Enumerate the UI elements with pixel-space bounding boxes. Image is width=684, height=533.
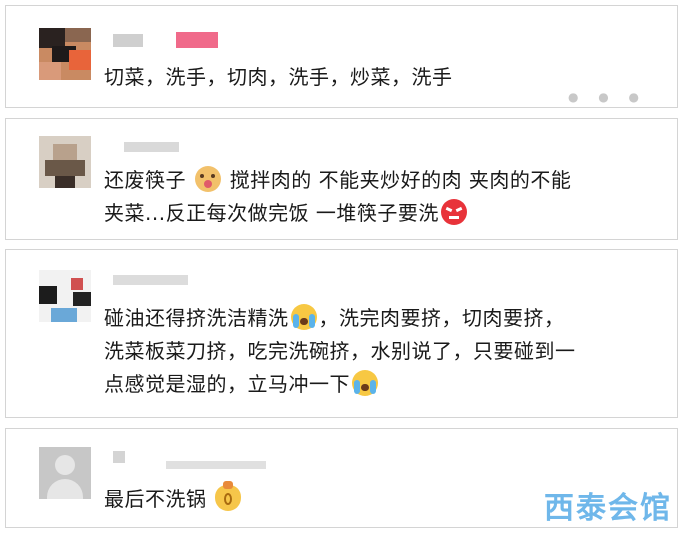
username-blurred[interactable] [124,142,179,152]
avatar[interactable] [39,270,91,322]
username-blurred[interactable] [113,34,143,47]
comment-text-line: 还废筷子 [104,168,186,192]
username-blurred[interactable] [113,275,188,285]
comment-text: 碰油还得挤洗洁精洗 ，洗完肉要挤，切肉要挤， 洗菜板菜刀挤，吃完洗碗挤，水别说了… [104,302,667,401]
comment-text-line: 最后不洗锅 [104,487,207,511]
money-bag-icon [215,481,242,511]
comment-card: 切菜，洗手，切肉，洗手，炒菜，洗手 ● ● ● [5,5,678,108]
user-badge-blurred [176,32,218,48]
angry-face-icon [440,199,467,225]
comment-text: 还废筷子 搅拌肉的 不能夹炒好的肉 夹肉的不能 夹菜...反正每次做完饭 一堆筷… [104,164,667,230]
watermark-logo: 西泰会馆 [544,491,672,526]
username-blurred [166,461,266,469]
comment-card: 碰油还得挤洗洁精洗 ，洗完肉要挤，切肉要挤， 洗菜板菜刀挤，吃完洗碗挤，水别说了… [5,249,678,418]
comment-text-line: ，洗完肉要挤，切肉要挤， [318,306,565,330]
comment-text-line: 搅拌肉的 不能夹炒好的肉 夹肉的不能 [229,168,572,192]
comment-text-line: 洗菜板菜刀挤，吃完洗碗挤，水别说了，只要碰到一 [104,339,576,363]
comment-text-line: 夹菜...反正每次做完饭 一堆筷子要洗 [104,201,439,225]
comment-text-line: 切菜，洗手，切肉，洗手，炒菜，洗手 [104,65,453,89]
loudly-crying-face-icon [352,370,378,396]
comment-card: 还废筷子 搅拌肉的 不能夹炒好的肉 夹肉的不能 夹菜...反正每次做完饭 一堆筷… [5,118,678,240]
avatar[interactable] [39,447,91,499]
avatar[interactable] [39,28,91,80]
doge-face-icon [194,166,221,192]
loudly-crying-face-icon [290,304,317,330]
comment-text-line: 点感觉是湿的，立马冲一下 [104,372,350,396]
comment-text-line: 碰油还得挤洗洁精洗 [104,306,289,330]
avatar[interactable] [39,136,91,188]
more-options-icon[interactable]: ● ● ● [568,90,647,104]
username-blurred[interactable] [113,451,125,463]
